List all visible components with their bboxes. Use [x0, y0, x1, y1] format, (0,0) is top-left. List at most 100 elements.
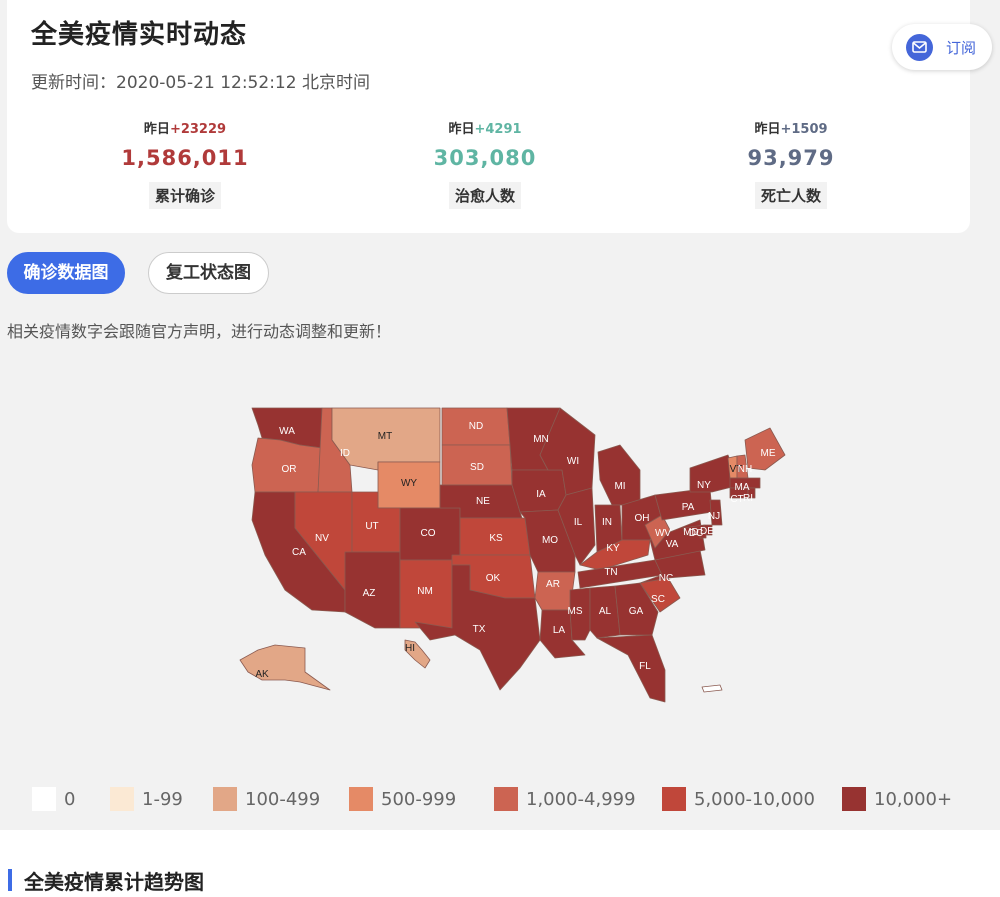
section-accent-bar: [8, 869, 12, 891]
state-label-or: OR: [282, 464, 297, 475]
legend-swatch: [349, 787, 373, 811]
update-time: 更新时间：2020-05-21 12:52:12 北京时间: [31, 73, 370, 93]
state-label-sc: SC: [651, 594, 665, 605]
legend-label: 500-999: [381, 788, 457, 810]
deaths-label: 死亡人数: [754, 182, 827, 209]
state-label-al: AL: [599, 606, 612, 617]
state-mi[interactable]: [597, 444, 641, 506]
legend-item: 100-499: [213, 786, 320, 812]
yesterday-prefix: 昨日: [143, 122, 170, 137]
state-label-ny: NY: [697, 480, 711, 491]
state-label-nc: NC: [659, 573, 673, 584]
state-label-il: IL: [574, 517, 583, 528]
state-label-nh: NH: [738, 464, 752, 475]
state-label-tn: TN: [604, 567, 617, 578]
legend-swatch: [110, 787, 134, 811]
state-label-ca: CA: [292, 547, 306, 558]
stat-recovered: 昨日+4291 303,080 治愈人数: [385, 118, 585, 209]
state-label-mo: MO: [542, 535, 558, 546]
state-label-ok: OK: [486, 573, 501, 584]
state-label-fl: FL: [639, 661, 651, 672]
notice-text: 相关疫情数字会跟随官方声明，进行动态调整和更新！: [7, 322, 392, 341]
trend-section-title: 全美疫情累计趋势图: [24, 870, 204, 894]
state-label-az: AZ: [363, 588, 376, 599]
state-label-nd: ND: [469, 421, 483, 432]
legend-item: 500-999: [349, 786, 456, 812]
legend-item: 1-99: [110, 786, 183, 812]
tab-reopen-map[interactable]: 复工状态图: [148, 252, 269, 294]
state-label-la: LA: [553, 625, 566, 636]
state-label-nj: NJ: [708, 511, 720, 522]
yesterday-delta: 昨日+1509: [691, 118, 891, 137]
stat-deaths: 昨日+1509 93,979 死亡人数: [691, 118, 891, 209]
state-label-ga: GA: [629, 606, 644, 617]
state-label-mt: MT: [378, 431, 392, 442]
state-fl[interactable]: [596, 634, 666, 703]
page-title: 全美疫情实时动态: [31, 20, 248, 50]
state-label-nv: NV: [315, 533, 329, 544]
legend-swatch: [842, 787, 866, 811]
state-label-va: VA: [666, 539, 679, 550]
state-label-ks: KS: [489, 533, 503, 544]
state-label-in: IN: [602, 517, 612, 528]
state-label-tx: TX: [473, 624, 486, 635]
confirmed-label: 累计确诊: [148, 182, 221, 209]
state-ak[interactable]: [239, 644, 331, 691]
legend-item: 10,000+: [842, 786, 952, 812]
yesterday-value: +23229: [169, 122, 227, 137]
state-label-ky: KY: [606, 543, 620, 554]
state-label-nm: NM: [417, 586, 433, 597]
legend-label: 1-99: [142, 788, 183, 810]
legend-label: 1,000-4,999: [526, 788, 636, 810]
legend-swatch: [494, 787, 518, 811]
state-label-wa: WA: [279, 426, 295, 437]
state-label-oh: OH: [635, 513, 650, 524]
state-label-ms: MS: [568, 606, 583, 617]
puerto-rico-shape: [701, 684, 723, 693]
deaths-count: 93,979: [747, 146, 835, 170]
yesterday-delta: 昨日+4291: [385, 118, 585, 137]
legend-label: 10,000+: [874, 788, 953, 810]
summary-card: 全美疫情实时动态 更新时间：2020-05-21 12:52:12 北京时间 昨…: [7, 0, 970, 233]
legend-label: 100-499: [245, 788, 321, 810]
subscribe-label: 订阅: [946, 39, 977, 57]
subscribe-button[interactable]: 订阅: [892, 24, 992, 70]
state-label-wv: WV: [655, 528, 671, 539]
tab-confirmed-map[interactable]: 确诊数据图: [7, 252, 125, 294]
recovered-count: 303,080: [433, 146, 537, 170]
legend-item: 0: [32, 786, 75, 812]
state-label-dc: DC: [689, 528, 703, 539]
state-label-wi: WI: [567, 456, 579, 467]
state-label-ct: CT: [730, 494, 743, 505]
state-label-ia: IA: [536, 489, 546, 500]
stat-confirmed: 昨日+23229 1,586,011 累计确诊: [85, 118, 285, 209]
yesterday-prefix: 昨日: [448, 122, 475, 137]
state-label-ar: AR: [546, 579, 560, 590]
state-label-sd: SD: [470, 462, 484, 473]
state-label-pa: PA: [682, 502, 695, 513]
state-label-ma: MA: [735, 482, 750, 493]
legend-swatch: [662, 787, 686, 811]
yesterday-value: +4291: [474, 122, 522, 137]
yesterday-value: +1509: [780, 122, 828, 137]
legend-swatch: [32, 787, 56, 811]
legend-label: 5,000-10,000: [694, 788, 816, 810]
mail-icon: [906, 34, 933, 61]
us-map: WA OR CA ID NV MT WY UT AZ CO NM ND SD NE KS OK TX MN IA MO…: [239, 407, 786, 703]
state-label-mn: MN: [533, 434, 549, 445]
legend-label: 0: [64, 788, 76, 810]
state-label-ak: AK: [255, 669, 269, 680]
legend-item: 1,000-4,999: [494, 786, 636, 812]
yesterday-delta: 昨日+23229: [85, 118, 285, 137]
legend-swatch: [213, 787, 237, 811]
state-label-hi: HI: [405, 643, 415, 654]
state-label-co: CO: [421, 528, 436, 539]
state-label-id: ID: [340, 448, 350, 459]
state-label-me: ME: [761, 448, 776, 459]
state-label-wy: WY: [401, 478, 417, 489]
state-ar[interactable]: [534, 571, 576, 611]
state-label-ut: UT: [365, 521, 378, 532]
yesterday-prefix: 昨日: [754, 122, 781, 137]
recovered-label: 治愈人数: [448, 182, 521, 209]
confirmed-count: 1,586,011: [121, 146, 249, 170]
